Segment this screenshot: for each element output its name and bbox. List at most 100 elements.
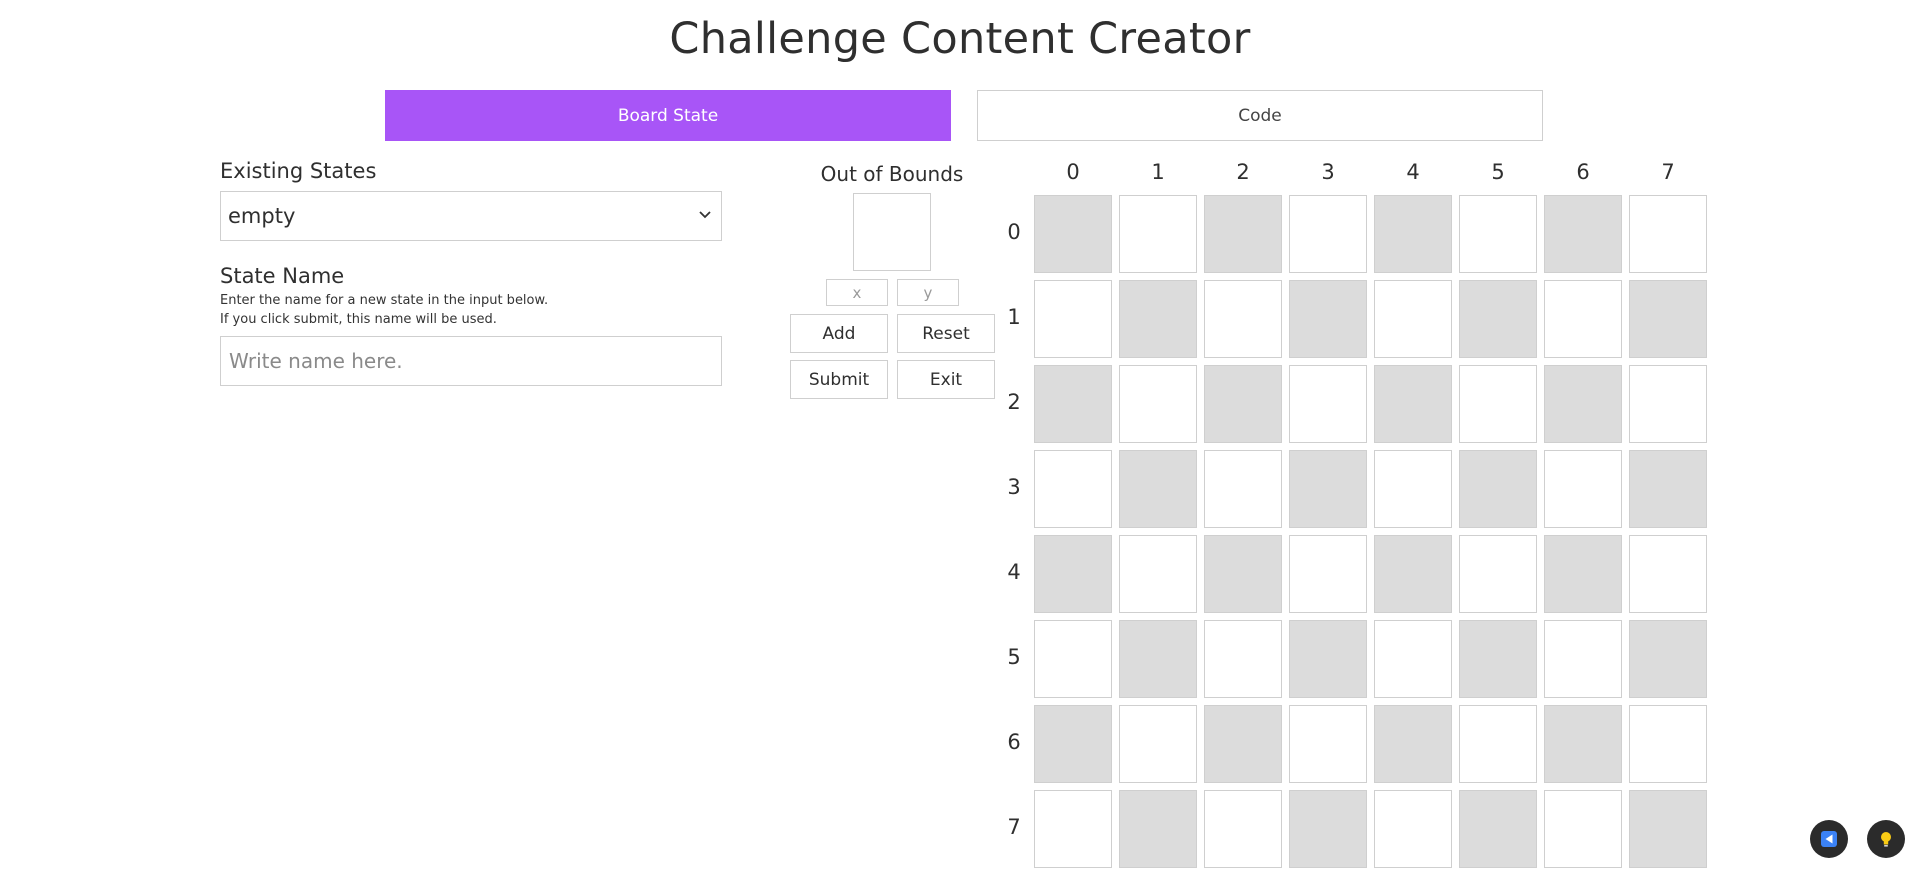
send-icon [1821, 831, 1837, 847]
board-cell[interactable] [1629, 450, 1707, 528]
send-button[interactable] [1810, 820, 1848, 858]
board-cell[interactable] [1544, 365, 1622, 443]
row-label: 1 [1007, 305, 1021, 329]
board-cell[interactable] [1119, 620, 1197, 698]
board-cell[interactable] [1629, 280, 1707, 358]
reset-button[interactable]: Reset [897, 314, 995, 353]
board-cell[interactable] [1119, 280, 1197, 358]
board-cell[interactable] [1459, 535, 1537, 613]
board-cell[interactable] [1289, 705, 1367, 783]
board-cell[interactable] [1629, 705, 1707, 783]
board-cell[interactable] [1289, 535, 1367, 613]
board-cell[interactable] [1629, 195, 1707, 273]
board-cell[interactable] [1204, 535, 1282, 613]
tab-board-state[interactable]: Board State [385, 90, 951, 141]
board-cell[interactable] [1119, 705, 1197, 783]
board-cell[interactable] [1374, 195, 1452, 273]
board-cell[interactable] [1544, 195, 1622, 273]
board-cell[interactable] [1034, 365, 1112, 443]
board-cell[interactable] [1374, 790, 1452, 868]
x-coordinate-input[interactable] [826, 279, 888, 306]
board-cell[interactable] [1544, 280, 1622, 358]
row-label: 7 [1007, 815, 1021, 839]
board-cell[interactable] [1289, 195, 1367, 273]
existing-states-label: Existing States [220, 159, 377, 183]
page: Challenge Content Creator Board State Co… [0, 0, 1920, 878]
board-cell[interactable] [1374, 450, 1452, 528]
board-cell[interactable] [1204, 620, 1282, 698]
out-of-bounds-cell[interactable] [853, 193, 931, 271]
board-cell[interactable] [1374, 280, 1452, 358]
board-cell[interactable] [1119, 365, 1197, 443]
board-cell[interactable] [1459, 790, 1537, 868]
board-cell[interactable] [1374, 705, 1452, 783]
board-cell[interactable] [1289, 620, 1367, 698]
board-cell[interactable] [1374, 365, 1452, 443]
board-cell[interactable] [1374, 535, 1452, 613]
board-cell[interactable] [1629, 620, 1707, 698]
row-label: 2 [1007, 390, 1021, 414]
board-cell[interactable] [1544, 450, 1622, 528]
board-cell[interactable] [1034, 620, 1112, 698]
board-cell[interactable] [1629, 535, 1707, 613]
board-cell[interactable] [1459, 365, 1537, 443]
state-name-hint-line1: Enter the name for a new state in the in… [220, 293, 549, 308]
board-cell[interactable] [1034, 705, 1112, 783]
board-cell[interactable] [1034, 195, 1112, 273]
row-label: 5 [1007, 645, 1021, 669]
board-cell[interactable] [1289, 280, 1367, 358]
board-cell[interactable] [1119, 535, 1197, 613]
board-cell[interactable] [1289, 365, 1367, 443]
lightbulb-icon [1881, 832, 1891, 847]
board-cell[interactable] [1459, 705, 1537, 783]
board-cell[interactable] [1544, 705, 1622, 783]
board-cell[interactable] [1544, 790, 1622, 868]
column-label: 3 [1321, 160, 1335, 184]
board-cell[interactable] [1034, 790, 1112, 868]
board-cell[interactable] [1629, 365, 1707, 443]
existing-states-select[interactable]: empty [220, 191, 722, 241]
board-cell[interactable] [1289, 790, 1367, 868]
page-title: Challenge Content Creator [669, 14, 1251, 64]
add-button[interactable]: Add [790, 314, 888, 353]
board-cell[interactable] [1204, 365, 1282, 443]
board-cell[interactable] [1629, 790, 1707, 868]
tab-code[interactable]: Code [977, 90, 1543, 141]
chevron-down-icon [699, 211, 711, 219]
hint-button[interactable] [1867, 820, 1905, 858]
row-label: 4 [1007, 560, 1021, 584]
column-label: 5 [1491, 160, 1505, 184]
board-cell[interactable] [1544, 535, 1622, 613]
column-label: 0 [1066, 160, 1080, 184]
board-cell[interactable] [1459, 450, 1537, 528]
state-name-hint-line2: If you click submit, this name will be u… [220, 312, 497, 327]
board-cell[interactable] [1034, 450, 1112, 528]
board-cell[interactable] [1034, 280, 1112, 358]
board-cell[interactable] [1374, 620, 1452, 698]
board-cell[interactable] [1119, 195, 1197, 273]
board-cell[interactable] [1204, 280, 1282, 358]
out-of-bounds-label: Out of Bounds [820, 162, 964, 186]
column-label: 4 [1406, 160, 1420, 184]
exit-button[interactable]: Exit [897, 360, 995, 399]
board-cell[interactable] [1289, 450, 1367, 528]
board-cell[interactable] [1204, 450, 1282, 528]
state-name-label: State Name [220, 264, 345, 288]
row-label: 6 [1007, 730, 1021, 754]
existing-states-selected-value: empty [228, 204, 296, 228]
board-cell[interactable] [1204, 790, 1282, 868]
board-cell[interactable] [1544, 620, 1622, 698]
state-name-input[interactable] [220, 336, 722, 386]
row-label: 3 [1007, 475, 1021, 499]
board-cell[interactable] [1034, 535, 1112, 613]
board-cell[interactable] [1459, 195, 1537, 273]
board-cell[interactable] [1119, 450, 1197, 528]
board-cell[interactable] [1459, 620, 1537, 698]
board-cell[interactable] [1119, 790, 1197, 868]
y-coordinate-input[interactable] [897, 279, 959, 306]
column-label: 2 [1236, 160, 1250, 184]
board-cell[interactable] [1204, 195, 1282, 273]
board-cell[interactable] [1204, 705, 1282, 783]
submit-button[interactable]: Submit [790, 360, 888, 399]
board-cell[interactable] [1459, 280, 1537, 358]
